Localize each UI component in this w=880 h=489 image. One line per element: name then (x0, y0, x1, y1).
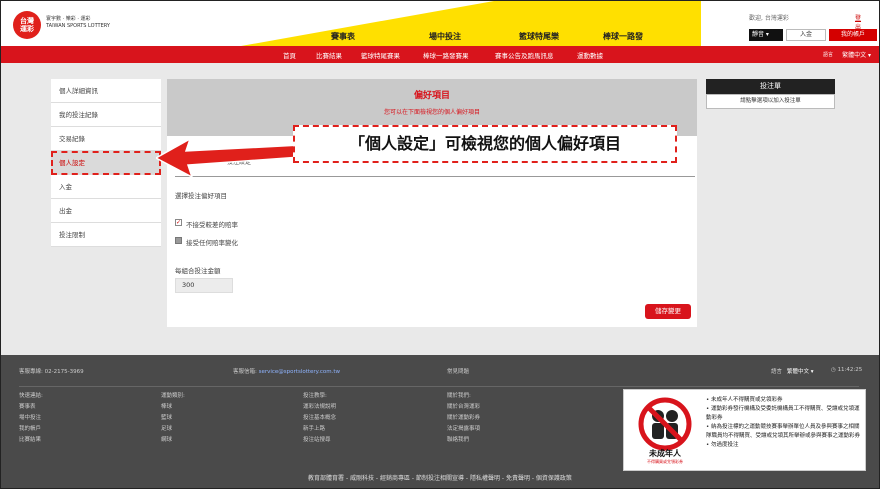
amount-label: 每組合投注金額 (175, 267, 221, 275)
nav-basketball-tail[interactable]: 籃球特尾樂 (519, 31, 603, 42)
sub-nav-bar: 首頁 比賽結果 籃球特尾賽果 棒球一路發賽果 賽事公告及跑馬訊息 運動數據 語言… (1, 46, 879, 63)
footer-link[interactable]: 足球 (161, 424, 185, 435)
main-nav: 賽事表 場中投注 籃球特尾樂 棒球一路發 (331, 31, 683, 42)
nav-live-betting[interactable]: 場中投注 (429, 31, 519, 42)
sidebar-item-profile[interactable]: 個人詳細資訊 (51, 79, 161, 103)
footer-link[interactable]: 新手上路 (303, 424, 336, 435)
subnav-sports-data[interactable]: 運動數據 (577, 50, 603, 60)
sidebar-item-withdraw[interactable]: 出金 (51, 199, 161, 223)
site-footer: 客服專線: 02-2175-3969 客服信箱: service@sportsl… (1, 355, 879, 488)
logo-caption-en: TAIWAN SPORTS LOTTERY (46, 23, 110, 29)
footer-col-quick: 快速連結: 賽事表 場中投注 我的帳戶 比賽結果 (19, 391, 43, 446)
footer-hotline: 客服專線: 02-2175-3969 (19, 369, 84, 375)
page-subtitle: 您可以在下面檢視您的個人偏好項目 (383, 109, 480, 116)
page-frame: 台灣 運彩 寰宇數 · 樂彩 · 運彩 TAIWAN SPORTS LOTTERY… (0, 0, 880, 489)
footer-divider (19, 386, 859, 387)
subnav-basketball-results[interactable]: 籃球特尾賽果 (361, 50, 423, 60)
option-label-reject-worse: 不接受較差的賠率 (186, 221, 238, 229)
sub-nav: 首頁 比賽結果 籃球特尾賽果 棒球一路發賽果 賽事公告及跑馬訊息 運動數據 (283, 50, 603, 60)
footer-link[interactable]: 比賽結果 (19, 435, 43, 446)
footer-link[interactable]: 網球 (161, 435, 185, 446)
warning-subtitle: 不得購買或兌領彩券 (647, 459, 683, 464)
warning-item: • 運動彩券發行機構及受委託機構員工不得購買、受讓或兌領運動彩券 (706, 406, 860, 421)
subnav-announcements[interactable]: 賽事公告及跑馬訊息 (495, 50, 577, 60)
footer-link[interactable]: 關於運動彩券 (447, 413, 480, 424)
save-changes-button[interactable]: 儲存變更 (645, 304, 691, 319)
sidebar-item-bet-limits[interactable]: 投注限制 (51, 223, 161, 247)
footer-col-tutorial: 投注教學: 運彩法規說明 投注基本概念 新手上路 投注站搜尋 (303, 391, 336, 446)
preferences-panel: 偏好項目 您可以在下面檢視您的個人偏好項目 投注設定 選擇投注偏好項目 ✓ 不接… (167, 79, 697, 327)
sound-select[interactable]: 靜音 ▾ (749, 29, 783, 41)
footer-link[interactable]: 我的帳戶 (19, 424, 43, 435)
nav-schedule[interactable]: 賽事表 (331, 31, 429, 42)
my-account-button[interactable]: 我的帳戶 (829, 29, 877, 41)
footer-language-label: 語言 (771, 369, 783, 375)
subnav-results[interactable]: 比賽結果 (316, 50, 361, 60)
underage-warning: 未成年人 不得購買或兌領彩券 • 未成年人不得購買或兌領彩券 • 運動彩券發行機… (623, 389, 866, 471)
nav-baseball-run[interactable]: 棒球一路發 (603, 31, 683, 42)
footer-link[interactable]: 聯絡我們 (447, 435, 480, 446)
footer-link[interactable]: 投注站搜尋 (303, 435, 336, 446)
option-label-accept-any: 接受任何賠率變化 (186, 239, 238, 247)
footer-link[interactable]: 關於台灣運彩 (447, 402, 480, 413)
footer-clock: ◷ 11:42:25 (831, 367, 863, 373)
logo-caption: 寰宇數 · 樂彩 · 運彩 TAIWAN SPORTS LOTTERY (46, 16, 110, 30)
footer-col-about: 關於我們: 關於台灣運彩 關於運動彩券 法定揭露事項 聯絡我們 (447, 391, 480, 446)
choose-label: 選擇投注偏好項目 (175, 192, 227, 200)
footer-col-sports: 運動類別: 棒球 籃球 足球 網球 (161, 391, 185, 446)
subnav-home[interactable]: 首頁 (283, 50, 316, 60)
footer-link[interactable]: 運彩法規說明 (303, 402, 336, 413)
warning-title: 未成年人 (649, 449, 681, 458)
callout-arrow-icon (156, 137, 301, 179)
account-controls: 靜音 ▾ 入金 我的帳戶 (749, 29, 877, 41)
warning-list: • 未成年人不得購買或兌領彩券 • 運動彩券發行機構及受委託機構員工不得購買、受… (706, 396, 862, 450)
warning-item: • 納為投注標的之運動競技賽事舉辦單位人員及參與賽事之相關隊職員均不得購買、受讓… (706, 424, 861, 439)
page-title: 偏好項目 (413, 91, 450, 101)
footer-link[interactable]: 賽事表 (19, 402, 43, 413)
language-select[interactable]: 繁體中文 ▾ (842, 50, 871, 59)
footer-link[interactable]: 籃球 (161, 413, 185, 424)
footer-faq-link[interactable]: 常見問題 (447, 367, 469, 375)
sidebar-item-transactions[interactable]: 交易紀錄 (51, 127, 161, 151)
language-label: 語言 (822, 52, 833, 58)
top-header: 台灣 運彩 寰宇數 · 樂彩 · 運彩 TAIWAN SPORTS LOTTERY… (1, 1, 879, 46)
footer-link[interactable]: 場中投注 (19, 413, 43, 424)
bet-slip: 投注單 請點擊選項以加入投注單 (706, 79, 835, 109)
callout-annotation: 「個人設定」可檢視您的個人偏好項目 (293, 125, 677, 163)
footer-email-link[interactable]: service@sportslottery.com.tw (259, 369, 340, 375)
footer-email: 客服信箱: service@sportslottery.com.tw (233, 369, 341, 375)
sidebar-item-deposit[interactable]: 入金 (51, 175, 161, 199)
deposit-button[interactable]: 入金 (786, 29, 826, 41)
logo-caption-zh: 寰宇數 · 樂彩 · 運彩 (46, 16, 91, 22)
brand-logo[interactable]: 台灣 運彩 (13, 11, 41, 39)
footer-language-select[interactable]: 繁體中文 ▾ (787, 367, 814, 375)
footer-link[interactable]: 棒球 (161, 402, 185, 413)
welcome-text: 歡迎, 台灣運彩 (749, 15, 789, 22)
option-checkbox-reject-worse[interactable]: ✓ (175, 219, 182, 226)
bet-slip-body: 請點擊選項以加入投注單 (706, 94, 835, 109)
warning-item: • 未成年人不得購買或兌領彩券 (706, 397, 783, 403)
clock-icon: ◷ (831, 367, 836, 373)
amount-input[interactable]: 300 (175, 278, 233, 293)
footer-bottom-links[interactable]: 教育部體育署 - 威剛科技 - 經銷商專區 - 節制投注相關宣導 - 隱私權聲明… (1, 473, 879, 482)
option-checkbox-accept-any[interactable] (175, 237, 182, 244)
warning-item: • 勿過度投注 (706, 442, 739, 448)
footer-link[interactable]: 法定揭露事項 (447, 424, 480, 435)
sidebar-item-bet-history[interactable]: 我的投注紀錄 (51, 103, 161, 127)
settings-highlight-box (51, 151, 161, 175)
subnav-baseball-results[interactable]: 棒球一路發賽果 (423, 50, 495, 60)
bet-slip-title: 投注單 (706, 79, 835, 94)
user-links: 歡迎, 台灣運彩 登出 (749, 13, 865, 31)
footer-link[interactable]: 投注基本概念 (303, 413, 336, 424)
